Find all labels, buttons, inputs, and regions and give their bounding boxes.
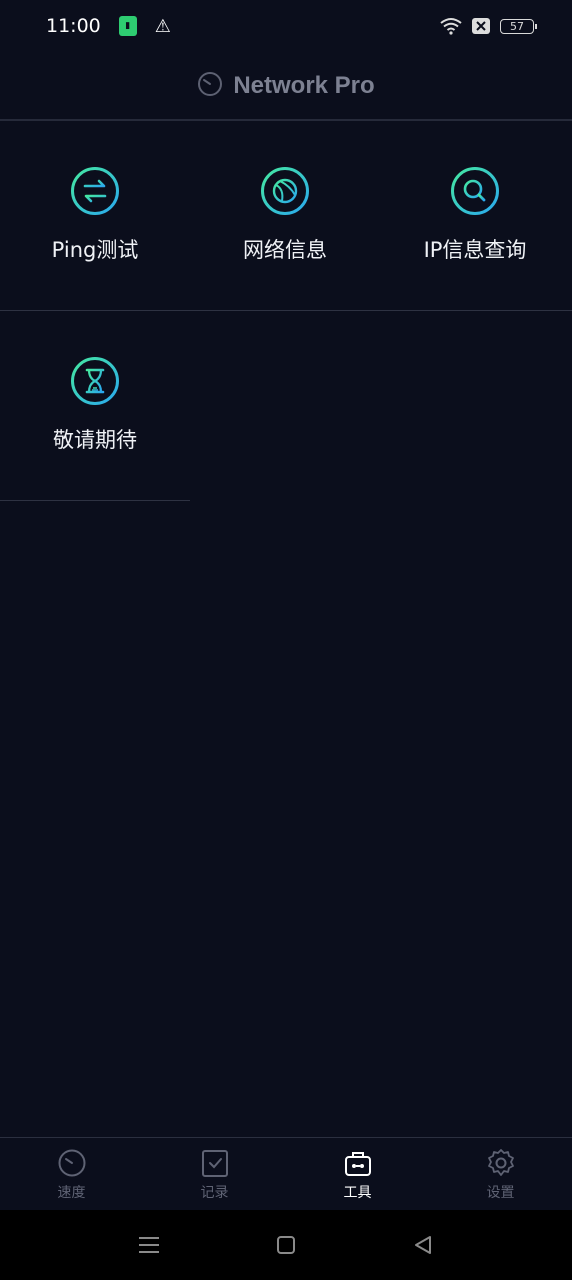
tool-label: 敬请期待 xyxy=(53,428,137,452)
speedometer-logo-icon xyxy=(197,71,223,101)
tools-row: 敬请期待 xyxy=(0,311,190,501)
warning-icon: ⚠ xyxy=(154,15,171,37)
tab-records[interactable]: 记录 xyxy=(143,1138,286,1211)
menu-icon xyxy=(138,1237,159,1253)
transfer-arrows-icon xyxy=(71,167,119,215)
battery-icon: 57 xyxy=(500,18,537,34)
nav-back-button[interactable] xyxy=(408,1230,438,1260)
gear-icon xyxy=(487,1148,514,1176)
nav-menu-button[interactable] xyxy=(134,1230,164,1260)
checklist-icon xyxy=(201,1149,228,1177)
tools-grid: Ping测试 网络信息 IP信息查询 敬请期待 xyxy=(0,121,572,501)
back-triangle-icon xyxy=(415,1236,432,1254)
app-header: Network Pro xyxy=(0,52,572,121)
tab-tools[interactable]: 工具 xyxy=(286,1138,429,1211)
tab-label: 设置 xyxy=(486,1184,515,1201)
nav-home-button[interactable] xyxy=(271,1230,301,1260)
wifi-icon xyxy=(440,17,462,35)
app-title: Network Pro xyxy=(233,71,375,99)
tab-settings[interactable]: 设置 xyxy=(429,1138,572,1211)
tool-label: IP信息查询 xyxy=(423,238,527,262)
tab-label: 速度 xyxy=(57,1184,86,1201)
status-bar: 11:00 ▮ ⚠ 57 xyxy=(0,0,572,52)
sim-icon: ▮ xyxy=(118,16,137,36)
hourglass-icon xyxy=(71,357,119,405)
tool-ping[interactable]: Ping测试 xyxy=(0,121,190,310)
status-time: 11:00 xyxy=(46,15,101,37)
x-box-icon xyxy=(472,18,490,34)
globe-icon xyxy=(261,167,309,215)
toolbox-icon xyxy=(344,1151,371,1176)
system-nav-bar xyxy=(0,1210,572,1280)
tool-coming-soon[interactable]: 敬请期待 xyxy=(0,311,190,500)
speedometer-icon xyxy=(58,1149,85,1176)
bottom-tab-bar: 速度 记录 工具 设置 xyxy=(0,1137,572,1211)
tool-network-info[interactable]: 网络信息 xyxy=(190,121,380,310)
home-square-icon xyxy=(276,1236,295,1254)
tools-row: Ping测试 网络信息 IP信息查询 xyxy=(0,121,572,311)
tool-label: 网络信息 xyxy=(243,238,327,262)
tool-ip-lookup[interactable]: IP信息查询 xyxy=(380,121,570,310)
search-icon xyxy=(451,167,499,215)
tab-speed[interactable]: 速度 xyxy=(0,1138,143,1211)
tab-label: 工具 xyxy=(343,1184,372,1201)
tool-label: Ping测试 xyxy=(51,238,139,262)
tab-label: 记录 xyxy=(200,1184,229,1201)
